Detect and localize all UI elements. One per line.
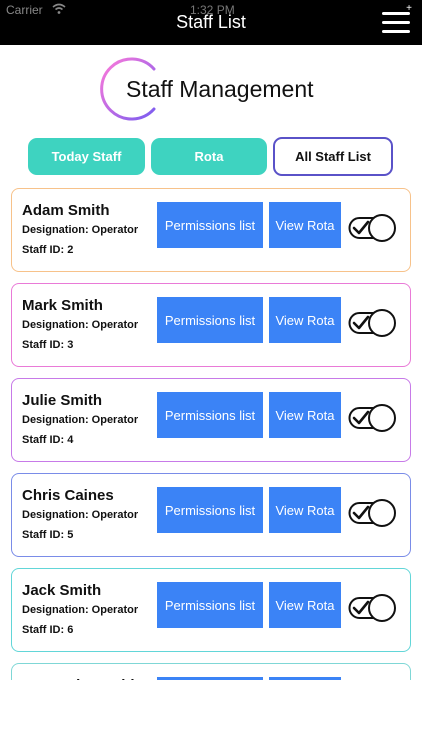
staff-designation: Designation: Operator: [22, 414, 139, 426]
permissions-list-button[interactable]: Permissions list: [157, 487, 263, 533]
staff-id: Staff ID: 5: [22, 529, 74, 541]
enabled-toggle[interactable]: [348, 308, 398, 338]
enabled-toggle[interactable]: [348, 403, 398, 433]
view-rota-label: View Rota: [275, 407, 335, 423]
view-rota-label: View Rota: [275, 312, 335, 328]
staff-card[interactable]: Samantha SmithDesignation: OperatorStaff…: [11, 663, 411, 680]
view-rota-label: View Rota: [275, 502, 335, 518]
enabled-toggle[interactable]: [348, 498, 398, 528]
staff-name: Samantha Smith: [22, 677, 140, 680]
permissions-list-label: Permissions list: [164, 217, 256, 233]
navigation-bar: Carrier 1:32 PM Staff List +: [0, 0, 422, 45]
view-rota-label: View Rota: [275, 217, 335, 233]
enabled-toggle[interactable]: [348, 213, 398, 243]
staff-name: Adam Smith: [22, 202, 110, 219]
view-rota-button[interactable]: View Rota: [269, 677, 341, 680]
staff-designation: Designation: Operator: [22, 319, 139, 331]
view-rota-button[interactable]: View Rota: [269, 487, 341, 533]
staff-id: Staff ID: 4: [22, 434, 74, 446]
staff-id: Staff ID: 6: [22, 624, 74, 636]
staff-name: Mark Smith: [22, 297, 103, 314]
staff-card[interactable]: Mark Smith Designation: Operator Staff ID:…: [11, 283, 411, 367]
tab-rota[interactable]: Rota: [151, 138, 267, 175]
permissions-list-label: Permissions list: [164, 312, 256, 328]
staff-card[interactable]: Adam Smith Designation: Operator Staff ID:…: [11, 188, 411, 272]
permissions-list-button[interactable]: Permissions list: [157, 202, 263, 248]
staff-name: Chris Caines: [22, 487, 114, 504]
brand-header: Staff Management: [96, 55, 356, 125]
staff-card[interactable]: Julie Smith Designation: Operator Staff ID…: [11, 378, 411, 462]
brand-title: Staff Management: [126, 76, 314, 102]
view-rota-button[interactable]: View Rota: [269, 297, 341, 343]
staff-designation: Designation: Operator: [22, 604, 139, 616]
staff-id: Staff ID: 3: [22, 339, 74, 351]
staff-list[interactable]: Adam Smith Designation: Operator Staff ID:…: [0, 186, 422, 680]
staff-id: Staff ID: 2: [22, 244, 74, 256]
permissions-list-button[interactable]: Permissions list: [157, 582, 263, 628]
view-rota-label: View Rota: [275, 597, 335, 613]
staff-card[interactable]: Jack Smith Designation: Operator Staff ID:…: [11, 568, 411, 652]
view-rota-button[interactable]: View Rota: [269, 202, 341, 248]
staff-name: Julie Smith: [22, 392, 103, 409]
permissions-list-label: Permissions list: [164, 597, 256, 613]
view-rota-button[interactable]: View Rota: [269, 392, 341, 438]
permissions-list-button[interactable]: Permissions list: [157, 677, 263, 680]
enabled-toggle[interactable]: [348, 593, 398, 623]
page-title: Staff List: [176, 12, 246, 32]
staff-card[interactable]: Chris Caines Designation: Operator Staff I…: [11, 473, 411, 557]
view-rota-button[interactable]: View Rota: [269, 582, 341, 628]
tab-all-staff-list[interactable]: All Staff List: [273, 137, 393, 176]
hamburger-menu-icon[interactable]: +: [382, 3, 412, 35]
permissions-list-label: Permissions list: [164, 502, 256, 518]
permissions-list-button[interactable]: Permissions list: [157, 297, 263, 343]
staff-designation: Designation: Operator: [22, 509, 139, 521]
staff-designation: Designation: Operator: [22, 224, 139, 236]
tab-today-staff[interactable]: Today Staff: [28, 138, 145, 175]
permissions-list-label: Permissions list: [164, 407, 256, 423]
staff-name: Jack Smith: [22, 582, 102, 599]
plus-icon: +: [406, 3, 412, 14]
permissions-list-button[interactable]: Permissions list: [157, 392, 263, 438]
